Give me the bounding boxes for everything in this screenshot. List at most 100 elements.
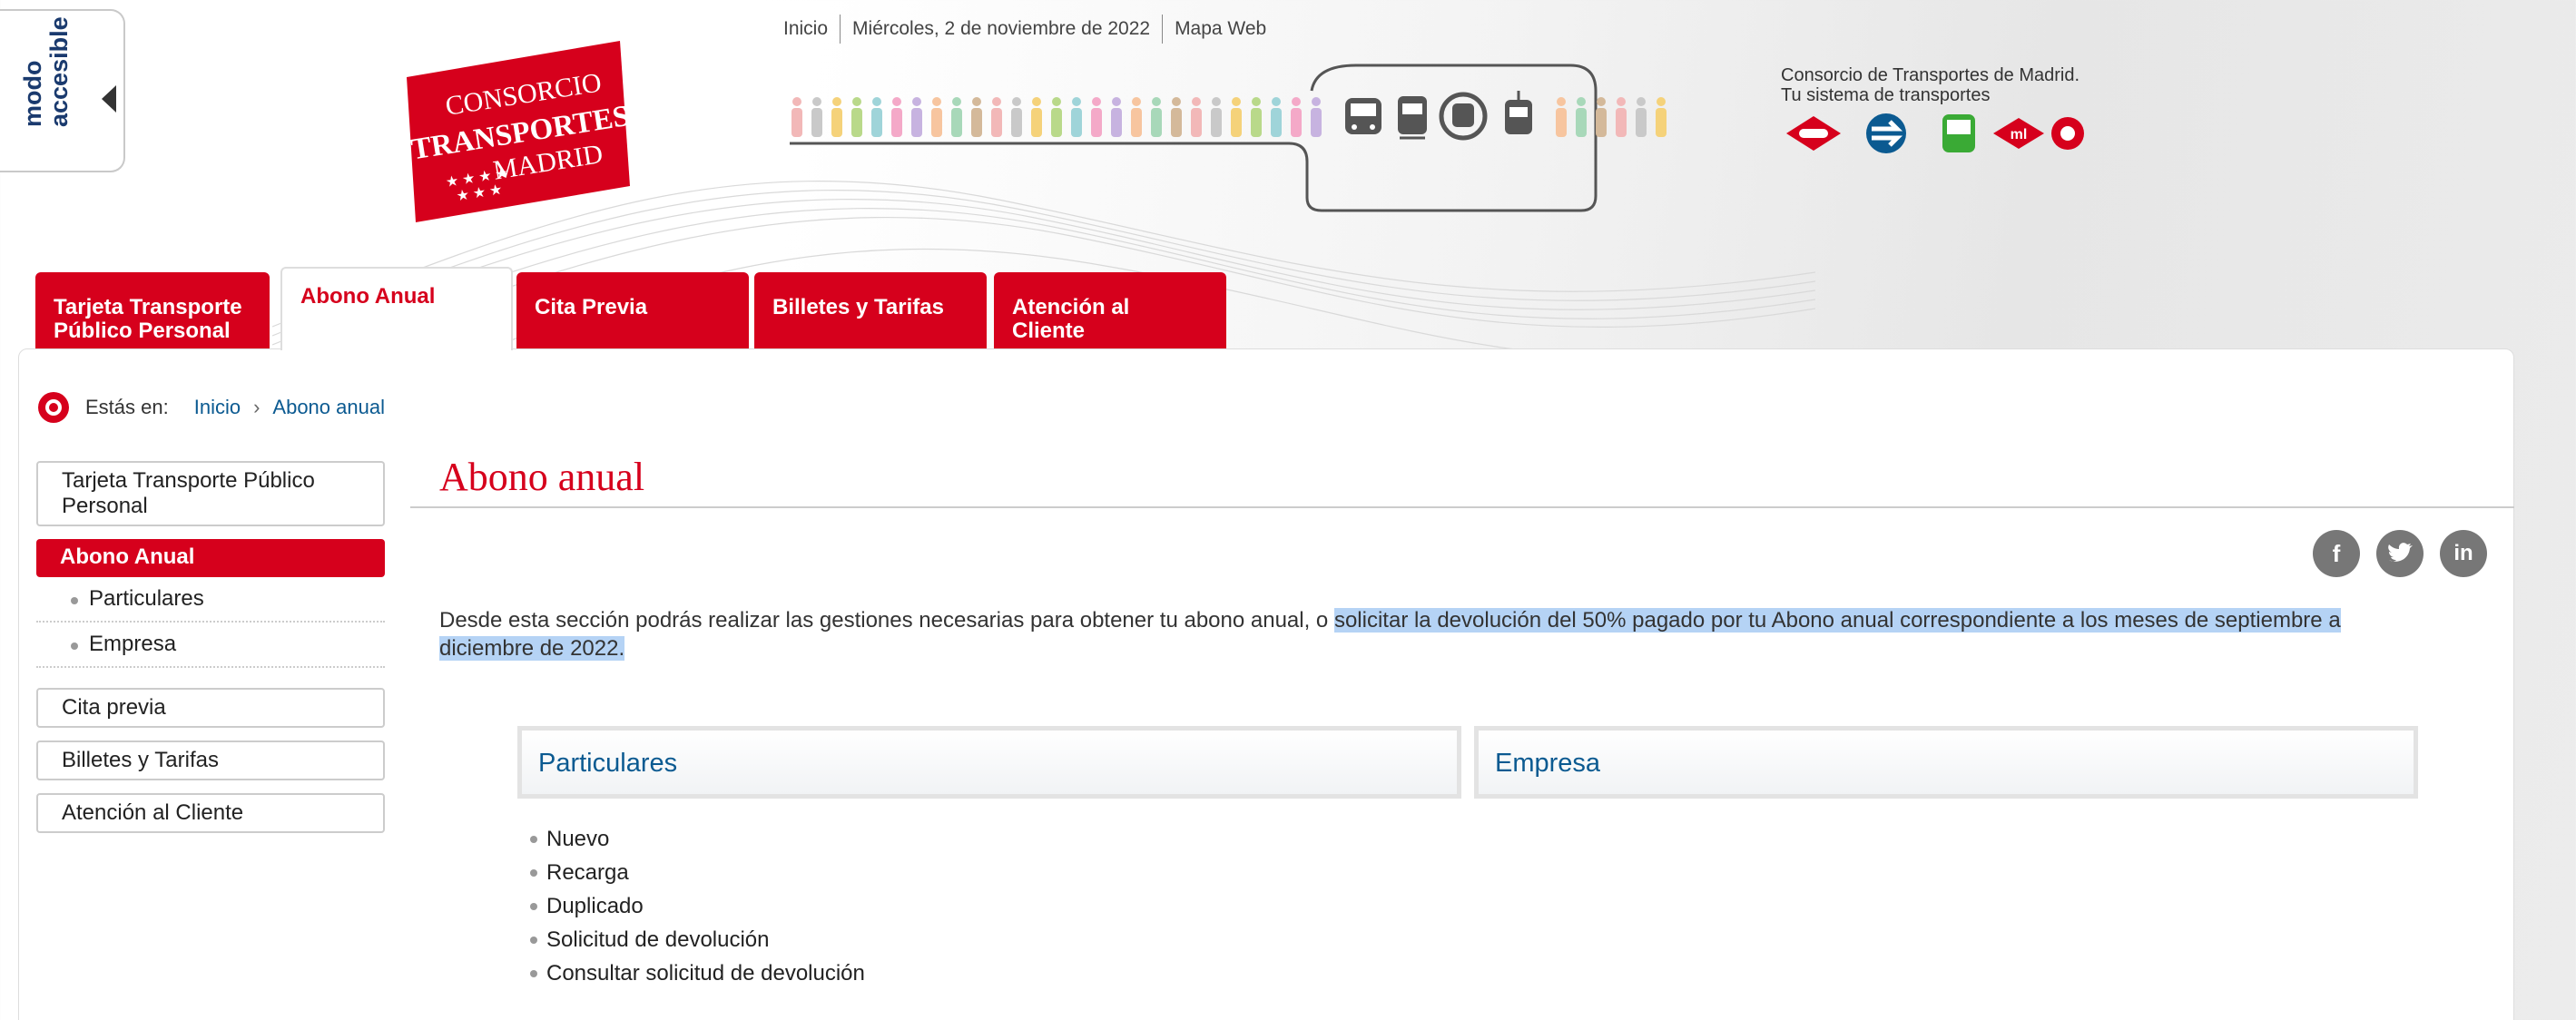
person-figure-icon xyxy=(1597,97,1606,106)
sidebar-subitem-empresa[interactable]: Empresa xyxy=(36,623,385,668)
list-item-label: Solicitud de devolución xyxy=(546,927,770,952)
person-figure-icon xyxy=(1152,97,1161,106)
person-figure-icon xyxy=(1251,108,1262,137)
breadcrumb-current[interactable]: Abono anual xyxy=(272,396,385,419)
person-figure-icon xyxy=(1111,108,1122,137)
tab-atencion-cliente[interactable]: Atención al Cliente xyxy=(994,272,1226,350)
bullet-icon xyxy=(71,642,78,650)
person-figure-icon xyxy=(1172,97,1181,106)
tab-abono-anual[interactable]: Abono Anual xyxy=(280,267,513,350)
person-figure-icon xyxy=(992,97,1001,106)
bullet-icon xyxy=(530,869,537,877)
person-figure-icon xyxy=(1032,97,1041,106)
person-figure-icon xyxy=(1556,108,1567,137)
tab-tarjeta-transporte[interactable]: Tarjeta Transporte Público Personal xyxy=(35,272,270,350)
train-icon xyxy=(1398,96,1427,140)
breadcrumb-label: Estás en: xyxy=(85,396,169,418)
bullet-icon xyxy=(71,597,78,604)
consorcio-name: Consorcio de Transportes de Madrid. xyxy=(1781,65,2080,85)
sidebar-subitem-label: Particulares xyxy=(89,586,204,611)
sidebar-subitem-label: Empresa xyxy=(89,632,177,656)
transport-mode-icons: ml xyxy=(1786,113,2084,153)
person-figure-icon xyxy=(1012,97,1021,106)
list-item[interactable]: Nuevo xyxy=(528,822,865,856)
top-links: Inicio Miércoles, 2 de noviembre de 2022… xyxy=(772,15,1278,44)
interurbano-icon xyxy=(2051,117,2084,150)
list-item[interactable]: Consultar solicitud de devolución xyxy=(528,956,865,990)
accessible-mode-tab[interactable]: modo accesible xyxy=(0,9,125,172)
sidebar-item-billetes-tarifas[interactable]: Billetes y Tarifas xyxy=(36,740,385,780)
bullet-icon xyxy=(530,937,537,944)
person-figure-icon xyxy=(1656,108,1667,137)
consorcio-logo[interactable]: CONSORCIO TRANSPORTES MADRID ★ ★ ★ ★ ★ ★… xyxy=(407,41,630,222)
person-figure-icon xyxy=(831,108,842,137)
person-figure-icon xyxy=(951,108,962,137)
sidebar-subitem-particulares[interactable]: Particulares xyxy=(36,577,385,623)
tab-cita-previa[interactable]: Cita Previa xyxy=(516,272,749,350)
person-figure-icon xyxy=(1291,108,1302,137)
person-figure-icon xyxy=(832,97,841,106)
bus-icon xyxy=(1345,98,1381,134)
person-figure-icon xyxy=(792,97,801,106)
breadcrumb-link-inicio[interactable]: Inicio xyxy=(194,396,241,419)
bullet-icon xyxy=(530,903,537,910)
person-figure-icon xyxy=(1231,108,1242,137)
person-figure-icon xyxy=(1112,97,1121,106)
person-figure-icon xyxy=(1576,108,1587,137)
sidebar-item-atencion-cliente[interactable]: Atención al Cliente xyxy=(36,793,385,833)
consorcio-tagline: Consorcio de Transportes de Madrid. Tu s… xyxy=(1781,65,2079,105)
top-link-mapa-web[interactable]: Mapa Web xyxy=(1162,15,1278,44)
accessible-mode-label: modo accesible xyxy=(19,16,73,127)
collapse-arrow-icon xyxy=(102,85,116,113)
person-figure-icon xyxy=(1636,108,1647,137)
person-figure-icon xyxy=(1557,97,1566,106)
metro-ligero-icon: ml xyxy=(1993,118,2044,149)
top-link-inicio[interactable]: Inicio xyxy=(772,15,840,44)
list-item-label: Duplicado xyxy=(546,894,644,918)
intro-text: Desde esta sección podrás realizar las g… xyxy=(439,608,1334,633)
person-figure-icon xyxy=(1091,108,1102,137)
sidebar-item-abono-anual[interactable]: Abono Anual xyxy=(36,539,385,577)
person-figure-icon xyxy=(1052,97,1061,106)
list-item[interactable]: Duplicado xyxy=(528,889,865,923)
linkedin-icon[interactable]: in xyxy=(2440,530,2487,577)
people-transport-illustration xyxy=(790,64,1667,212)
person-figure-icon xyxy=(1271,108,1282,137)
sidebar-item-cita-previa[interactable]: Cita previa xyxy=(36,688,385,728)
person-figure-icon xyxy=(1232,97,1241,106)
person-figure-icon xyxy=(892,97,901,106)
sidebar-item-tarjeta-transporte[interactable]: Tarjeta Transporte Público Personal xyxy=(36,461,385,526)
list-item[interactable]: Solicitud de devolución xyxy=(528,923,865,956)
list-item-label: Consultar solicitud de devolución xyxy=(546,961,865,986)
list-item[interactable]: Recarga xyxy=(528,856,865,889)
card-empresa[interactable]: Empresa xyxy=(1474,726,2418,799)
person-figure-icon xyxy=(1637,97,1646,106)
person-figure-icon xyxy=(1617,97,1626,106)
current-date: Miércoles, 2 de noviembre de 2022 xyxy=(840,15,1162,44)
person-figure-icon xyxy=(1071,108,1082,137)
person-figure-icon xyxy=(1292,97,1301,106)
tab-billetes-tarifas[interactable]: Billetes y Tarifas xyxy=(754,272,987,350)
person-figure-icon xyxy=(1171,108,1182,137)
list-item-label: Recarga xyxy=(546,860,629,885)
card-particulares[interactable]: Particulares xyxy=(517,726,1461,799)
person-figure-icon xyxy=(1252,97,1261,106)
person-figure-icon xyxy=(991,108,1002,137)
content-panel xyxy=(18,348,2514,1020)
person-figure-icon xyxy=(812,97,821,106)
title-divider xyxy=(410,506,2514,508)
person-figure-icon xyxy=(1616,108,1627,137)
twitter-icon[interactable] xyxy=(2376,530,2424,577)
person-figure-icon xyxy=(1657,97,1666,106)
breadcrumb: Estás en: Inicio › Abono anual xyxy=(38,392,385,423)
consorcio-slogan: Tu sistema de transportes xyxy=(1781,85,1991,105)
person-figure-icon xyxy=(1072,97,1081,106)
person-figure-icon xyxy=(1596,108,1607,137)
person-figure-icon xyxy=(891,108,902,137)
card-title: Particulares xyxy=(538,749,678,778)
person-figure-icon xyxy=(972,97,981,106)
facebook-icon[interactable]: f xyxy=(2313,530,2360,577)
sidebar: Tarjeta Transporte Público Personal Abon… xyxy=(36,461,385,833)
person-figure-icon xyxy=(1211,108,1222,137)
cercanias-icon xyxy=(1866,113,1906,153)
